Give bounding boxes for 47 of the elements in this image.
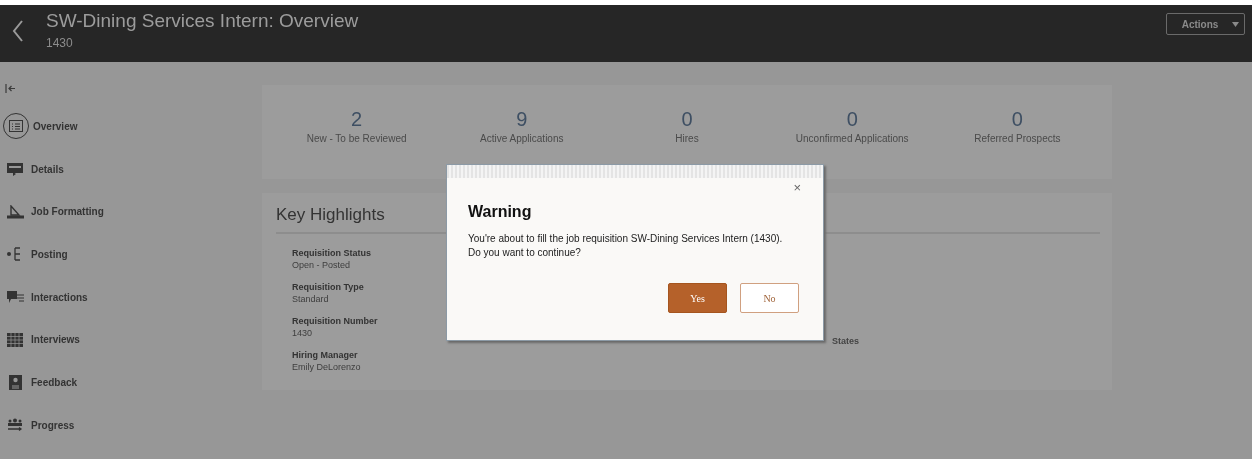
metric-label: Active Applications (479, 133, 565, 144)
id-badge-icon (8, 374, 22, 390)
sidebar-item[interactable]: Overview (5, 105, 262, 148)
list-icon (9, 120, 23, 133)
metric-label: Referred Prospects (973, 133, 1062, 144)
confirm-button[interactable]: Yes (668, 283, 727, 313)
dialog-title: Warning (468, 203, 533, 221)
sidebar-item[interactable]: Feedback (5, 361, 262, 404)
sidebar-item[interactable]: Interviews (5, 318, 262, 362)
sidebar-item[interactable]: Posting (5, 233, 262, 276)
field-value: Emily DeLorenzo (292, 361, 361, 373)
cancel-button[interactable]: No (740, 283, 799, 313)
field-label: Requisition Status (292, 247, 371, 259)
caret-icon (1232, 21, 1240, 27)
people-icon (7, 418, 23, 433)
back-icon[interactable] (12, 20, 24, 42)
field-value: Open - Posted (292, 259, 351, 271)
collapse-icon[interactable] (5, 84, 16, 93)
dialog-message: You're about to fill the job requisition SW-Dining Services Intern (1430). Do you want to continue? (468, 232, 784, 259)
close-button[interactable]: × (793, 181, 801, 195)
metric-value[interactable]: 2 (274, 107, 440, 131)
metric-value[interactable]: 0 (769, 107, 935, 131)
card-icon (7, 162, 23, 176)
metric-value[interactable]: 0 (934, 107, 1100, 131)
field-label: Requisition Type (292, 281, 364, 293)
tree-icon (7, 247, 23, 262)
field-value: 1430 (292, 327, 313, 339)
sidebar-item[interactable]: Progress (5, 403, 262, 447)
metric-label: Hires (674, 133, 700, 144)
chat-icon (6, 290, 24, 304)
ruler-icon (6, 204, 24, 219)
section-title: Key Highlights (276, 205, 385, 225)
metric-value[interactable]: 0 (604, 107, 770, 131)
sidebar-item[interactable]: Job Formatting (5, 190, 262, 234)
sidebar-item[interactable]: Interactions (5, 275, 262, 319)
actions-button[interactable]: Actions (1166, 13, 1245, 35)
metric-label: Unconfirmed Applications (794, 133, 910, 144)
calendar-icon (7, 332, 23, 347)
page-title: SW-Dining Services Intern: Overview (46, 10, 359, 32)
sidebar-item[interactable]: Details (5, 147, 262, 191)
field-value: States (832, 336, 859, 346)
field-label: Hiring Manager (292, 349, 358, 361)
field-value: Standard (292, 293, 329, 305)
metric-label: New - To be Reviewed (305, 133, 408, 144)
field-label: Requisition Number (292, 315, 378, 327)
page-subtitle: 1430 (46, 36, 74, 50)
metric-value[interactable]: 9 (439, 107, 605, 131)
